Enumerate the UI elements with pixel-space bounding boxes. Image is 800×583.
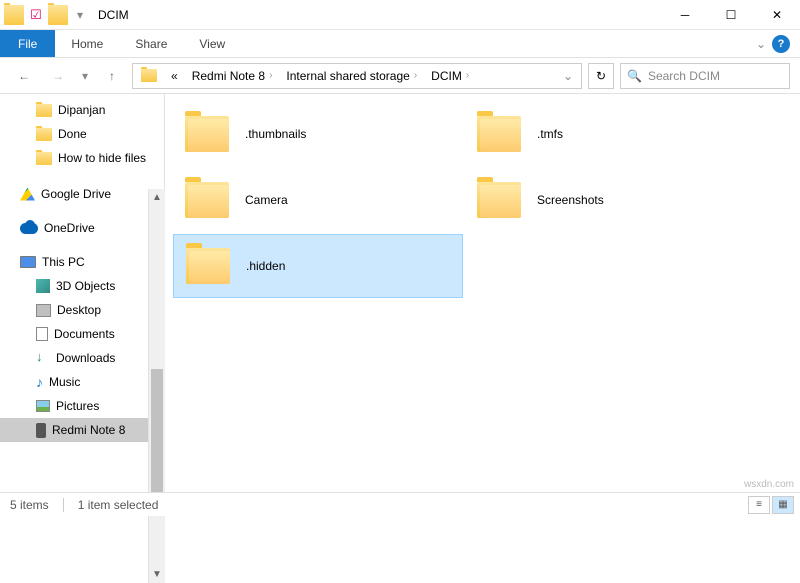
help-icon[interactable]: ? xyxy=(772,35,790,53)
disk-icon xyxy=(36,304,51,317)
folder-label: .thumbnails xyxy=(245,127,306,141)
sidebar-item-label: Redmi Note 8 xyxy=(52,423,125,437)
sidebar-item-desktop[interactable]: Desktop xyxy=(0,298,164,322)
sidebar-item-redmi-note-8[interactable]: Redmi Note 8 xyxy=(0,418,164,442)
sidebar-item-label: OneDrive xyxy=(44,221,95,235)
folder-label: .hidden xyxy=(246,259,285,273)
folder-icon xyxy=(185,182,229,218)
icons-view-button[interactable]: ▦ xyxy=(772,496,794,514)
sidebar-item-label: Music xyxy=(49,375,80,389)
maximize-button[interactable]: ☐ xyxy=(708,0,754,30)
sidebar-item-label: Downloads xyxy=(56,351,115,365)
sidebar-item-google-drive[interactable]: Google Drive xyxy=(0,182,164,206)
folder-item[interactable]: .tmfs xyxy=(465,102,755,166)
address-bar: ← → ▾ ↑ « Redmi Note 8› Internal shared … xyxy=(0,58,800,94)
folder-icon xyxy=(186,248,230,284)
sidebar-item-label: This PC xyxy=(42,255,85,269)
up-button[interactable]: ↑ xyxy=(98,62,126,90)
folder-item[interactable]: Screenshots xyxy=(465,168,755,232)
folder-item[interactable]: .hidden xyxy=(173,234,463,298)
search-input[interactable]: 🔍 Search DCIM xyxy=(620,63,790,89)
sidebar-item-how-to-hide-files[interactable]: How to hide files xyxy=(0,146,164,170)
sidebar-item-done[interactable]: Done xyxy=(0,122,164,146)
sidebar-item-label: How to hide files xyxy=(58,151,146,165)
sidebar-item-label: Google Drive xyxy=(41,187,111,201)
folder-icon xyxy=(36,104,52,117)
breadcrumb-item[interactable]: Redmi Note 8› xyxy=(186,64,279,88)
qa-new-folder-icon[interactable] xyxy=(48,5,68,25)
breadcrumb[interactable]: « Redmi Note 8› Internal shared storage›… xyxy=(132,63,582,89)
folder-item[interactable]: .thumbnails xyxy=(173,102,463,166)
folder-label: Screenshots xyxy=(537,193,604,207)
sidebar-item-label: Dipanjan xyxy=(58,103,105,117)
refresh-button[interactable]: ↻ xyxy=(588,63,614,89)
folder-icon xyxy=(36,152,52,165)
sidebar: Dipanjan Done How to hide files Google Driv… xyxy=(0,94,165,488)
pc-icon xyxy=(20,256,36,268)
tab-share[interactable]: Share xyxy=(119,30,183,57)
selection-count: 1 item selected xyxy=(78,498,159,512)
breadcrumb-item[interactable]: DCIM› xyxy=(425,64,475,88)
folder-label: Camera xyxy=(245,193,288,207)
ribbon-tabs: File Home Share View ⌄ ? xyxy=(0,30,800,58)
music-icon xyxy=(36,374,43,390)
sidebar-item-this-pc[interactable]: This PC xyxy=(0,250,164,274)
doc-icon xyxy=(36,327,48,341)
sidebar-item-documents[interactable]: Documents xyxy=(0,322,164,346)
sidebar-item-downloads[interactable]: Downloads xyxy=(0,346,164,370)
forward-button[interactable]: → xyxy=(44,62,72,90)
content-area: .thumbnails .tmfs Camera Screenshots .hidden xyxy=(165,94,800,488)
folder-item[interactable]: Camera xyxy=(173,168,463,232)
window-title: DCIM xyxy=(94,8,133,22)
sidebar-item-label: Desktop xyxy=(57,303,101,317)
expand-ribbon-icon[interactable]: ⌄ xyxy=(756,37,766,51)
gd-icon xyxy=(20,188,35,201)
dl-icon xyxy=(36,351,50,365)
tab-view[interactable]: View xyxy=(183,30,241,57)
title-bar: ☑ ▾ DCIM ─ ☐ ✕ xyxy=(0,0,800,30)
app-folder-icon xyxy=(4,5,24,25)
folder-label: .tmfs xyxy=(537,127,563,141)
sidebar-item-label: Pictures xyxy=(56,399,99,413)
search-placeholder: Search DCIM xyxy=(648,69,720,83)
recent-dropdown-icon[interactable]: ▾ xyxy=(78,62,92,90)
file-tab[interactable]: File xyxy=(0,30,55,57)
watermark: wsxdn.com xyxy=(744,479,794,490)
sidebar-item-dipanjan[interactable]: Dipanjan xyxy=(0,98,164,122)
scrollbar-thumb[interactable] xyxy=(151,369,163,488)
folder-icon xyxy=(36,128,52,141)
folder-icon xyxy=(185,116,229,152)
minimize-button[interactable]: ─ xyxy=(662,0,708,30)
breadcrumb-prefix[interactable]: « xyxy=(165,64,184,88)
search-icon: 🔍 xyxy=(627,69,642,83)
sidebar-item-onedrive[interactable]: OneDrive xyxy=(0,216,164,240)
details-view-button[interactable]: ≡ xyxy=(748,496,770,514)
folder-icon xyxy=(141,69,157,82)
sidebar-item-3d-objects[interactable]: 3D Objects xyxy=(0,274,164,298)
pic-icon xyxy=(36,400,50,412)
folder-icon xyxy=(477,116,521,152)
back-button[interactable]: ← xyxy=(10,62,38,90)
sidebar-item-label: 3D Objects xyxy=(56,279,115,293)
od-icon xyxy=(20,223,38,234)
phone-icon xyxy=(36,423,46,438)
close-button[interactable]: ✕ xyxy=(754,0,800,30)
scroll-up-icon[interactable]: ▲ xyxy=(149,189,165,206)
breadcrumb-root[interactable] xyxy=(135,64,163,88)
breadcrumb-item[interactable]: Internal shared storage› xyxy=(280,64,423,88)
qa-properties-icon[interactable]: ☑ xyxy=(26,5,46,25)
sidebar-item-music[interactable]: Music xyxy=(0,370,164,394)
sidebar-item-pictures[interactable]: Pictures xyxy=(0,394,164,418)
sidebar-item-label: Done xyxy=(58,127,87,141)
item-count: 5 items xyxy=(10,498,49,512)
status-bar: 5 items 1 item selected ≡ ▦ xyxy=(0,492,800,516)
folder-icon xyxy=(477,182,521,218)
breadcrumb-dropdown-icon[interactable]: ⌄ xyxy=(557,69,579,83)
tab-home[interactable]: Home xyxy=(55,30,119,57)
sidebar-item-label: Documents xyxy=(54,327,115,341)
cube-icon xyxy=(36,279,50,293)
qa-dropdown-icon[interactable]: ▾ xyxy=(70,5,90,25)
